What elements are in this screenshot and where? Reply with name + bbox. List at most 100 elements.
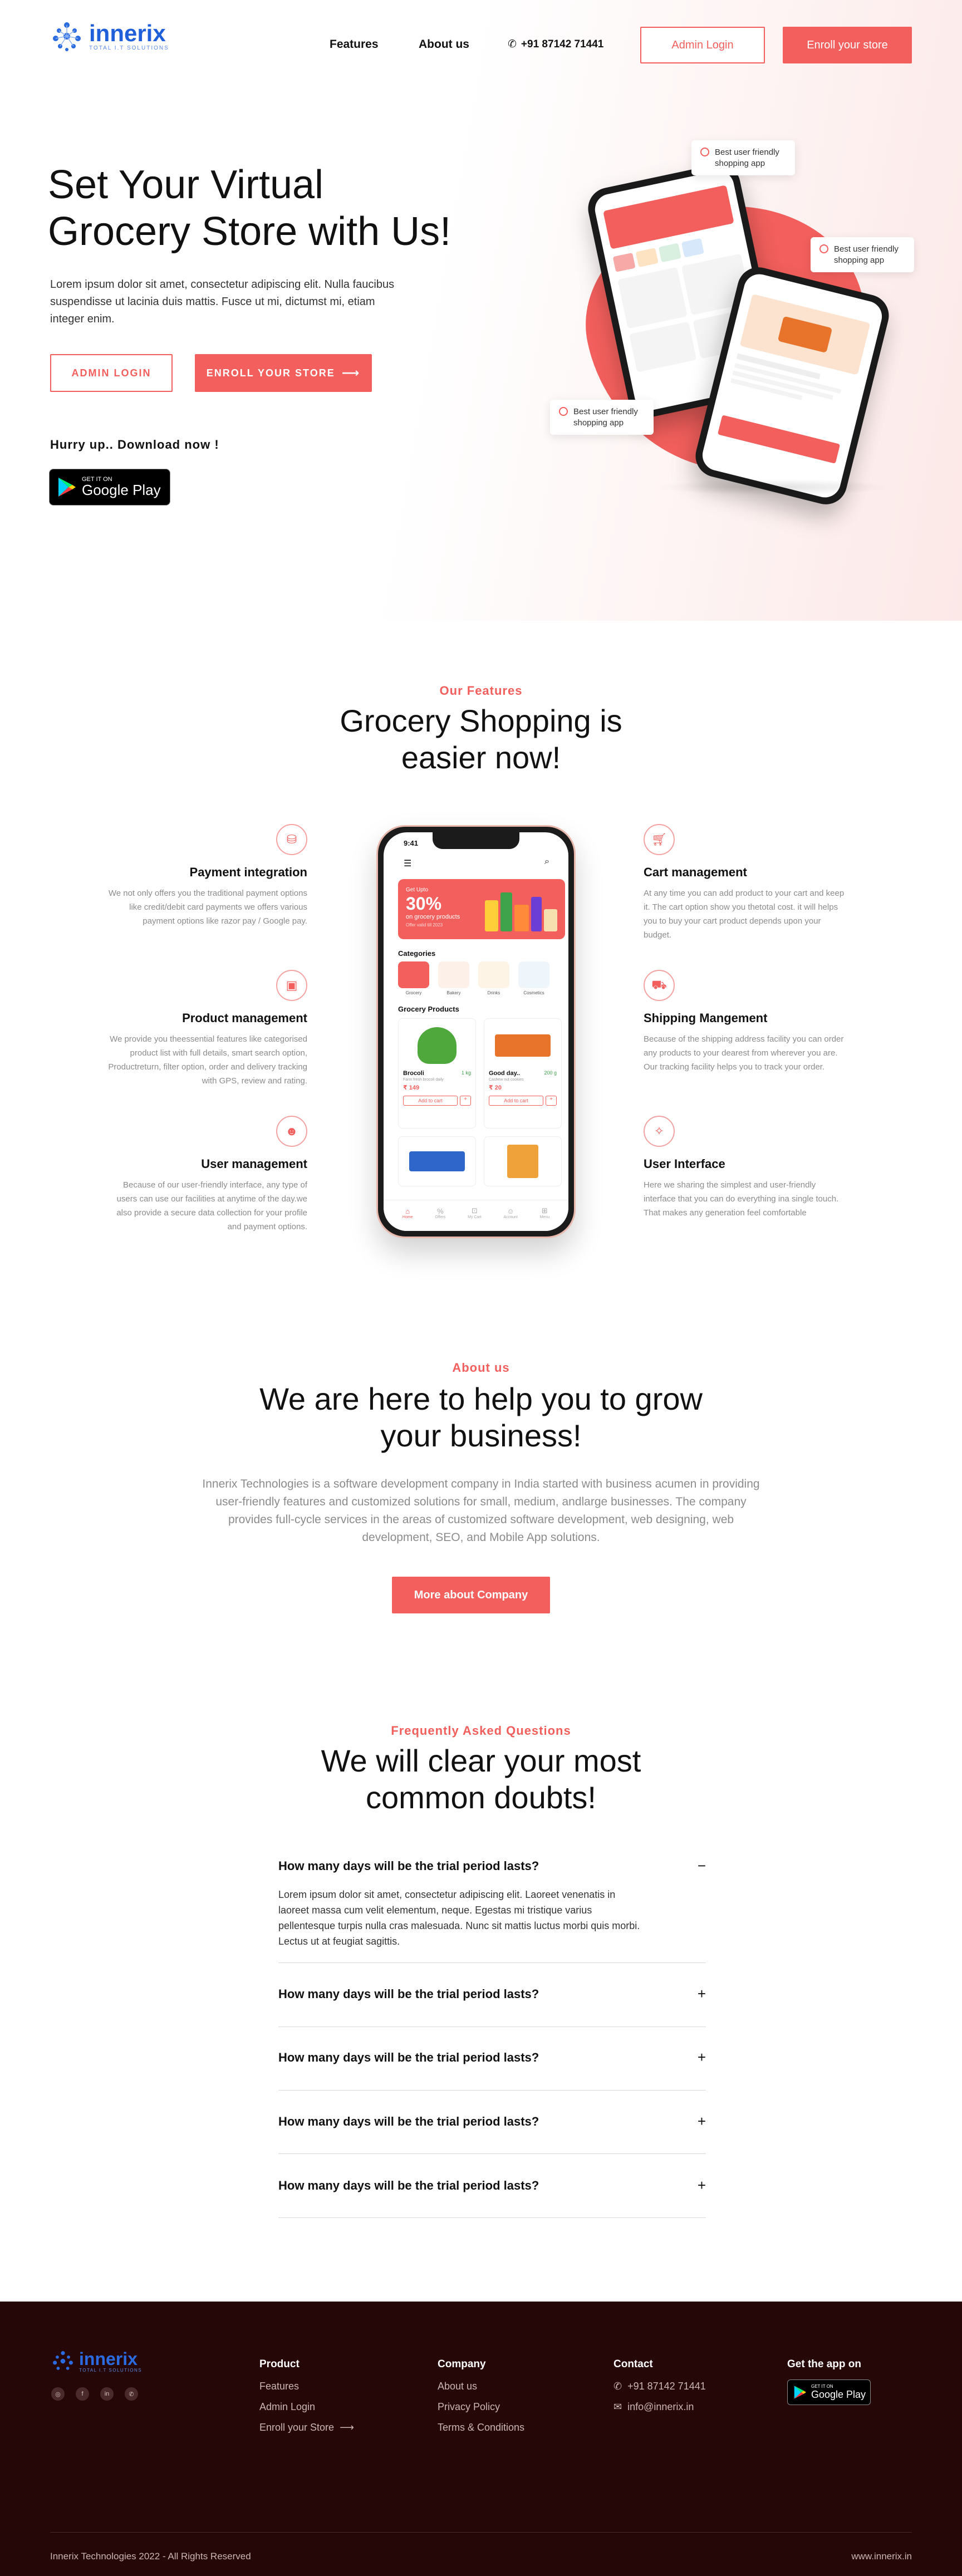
tab-label: Offers [435,1215,446,1219]
phones-shadow [657,479,891,495]
plus-icon[interactable]: + [460,1096,471,1106]
plus-icon[interactable]: + [698,1985,706,2003]
faq-item-open[interactable]: How many days will be the trial period l… [278,1857,706,1949]
banner-small: Get Upto [406,887,429,893]
download-label: Hurry up.. Download now ! [50,438,219,452]
nav-phone-number: +91 87142 71441 [521,38,604,50]
footer-website[interactable]: www.innerix.in [851,2551,912,2562]
banner-products-image [485,887,558,931]
instagram-icon[interactable]: ◎ [51,2387,65,2401]
about-title-line1: We are here to help you to grow [259,1381,703,1416]
brand-logo[interactable]: innerix TOTAL I.T SOLUTIONS [49,17,171,56]
tooltip-2: Best user friendly shopping app [811,237,914,272]
feature-user-management: ☻ User management Because of our user-fr… [107,1116,307,1234]
nav-features[interactable]: Features [330,38,379,51]
category-label: Drinks [487,990,500,995]
footer-link-privacy[interactable]: Privacy Policy [438,2401,524,2413]
footer-link-terms[interactable]: Terms & Conditions [438,2422,524,2433]
product-desc: Farm fresh brocoli daily [403,1078,444,1082]
tab-menu[interactable]: ⊞ Menu [540,1206,550,1219]
footer-link-features[interactable]: Features [259,2381,354,2392]
product-card[interactable]: Good day.. 200 g Cashew nut cookies ₹ 20 … [484,1018,562,1128]
faq-divider [278,2153,706,2154]
footer-email[interactable]: ✉ info@innerix.in [613,2401,706,2413]
category-item[interactable]: Drinks [478,961,509,995]
category-item[interactable]: Grocery [398,961,429,995]
footer-link-about[interactable]: About us [438,2381,524,2392]
feature-payment: ⛁ Payment integration We not only offers… [107,824,307,928]
faq-question: How many days will be the trial period l… [278,2114,539,2128]
plus-icon[interactable]: + [698,2049,706,2066]
category-item[interactable]: Bakery [438,961,469,995]
tab-offers[interactable]: % Offers [435,1207,445,1219]
footer-google-play-badge[interactable]: GET IT ON Google Play [787,2379,871,2405]
phone-time: 9:41 [404,839,419,847]
footer-logo[interactable]: innerix TOTAL I.T SOLUTIONS [50,2348,142,2374]
linkedin-icon[interactable]: in [100,2387,114,2401]
plus-icon[interactable]: + [546,1096,557,1106]
gp-big-text: Google Play [811,2388,866,2400]
feature-text: At any time you can add product to your … [644,889,845,940]
tooltip-2-text: Best user friendly shopping app [834,244,899,265]
add-to-cart-button[interactable]: Add to cart [403,1096,458,1106]
hero-title-line1: Set Your Virtual [48,163,324,207]
product-card[interactable] [484,1136,562,1186]
footer-product-title: Product [259,2358,300,2370]
footer-link-enroll[interactable]: Enroll your Store ⟶ [259,2422,354,2433]
feature-title: Product management [182,1011,307,1025]
tab-cart[interactable]: ⊡ My Cart [468,1206,482,1219]
hero-enroll-store-button[interactable]: ENROLL YOUR STORE ⟶ [195,354,372,392]
nav-phone[interactable]: ✆ +91 87142 71441 [508,38,603,51]
footer-company-title: Company [438,2358,486,2370]
faq-divider [278,1962,706,1963]
tab-label: Menu [539,1215,550,1219]
brand-tagline: TOTAL I.T SOLUTIONS [89,45,169,51]
feature-text: We provide you theessential features lik… [108,1034,307,1086]
grid-icon: ⊞ [541,1206,548,1215]
cart-icon: ⊡ [471,1206,478,1215]
footer-product-column: Product Features Admin Login Enroll your… [259,2358,354,2433]
feature-text: Because of the shipping address facility… [644,1034,844,1072]
tab-home[interactable]: ⌂ Home [403,1207,413,1219]
footer-divider [50,2532,912,2533]
enroll-store-button[interactable]: Enroll your store [783,27,912,63]
more-about-company-button[interactable]: More about Company [392,1577,550,1613]
add-to-cart-button[interactable]: Add to cart [489,1096,543,1106]
tooltip-3: Best user friendly shopping app [550,400,654,435]
features-eyebrow: Our Features [439,684,523,698]
product-qty: 1 kg [461,1070,471,1076]
faq-item[interactable]: How many days will be the trial period l… [278,2177,706,2194]
footer-brand-name: innerix [79,2348,138,2369]
account-icon: ☺ [507,1206,514,1215]
hero-admin-login-button[interactable]: ADMIN LOGIN [50,354,173,392]
google-play-icon [794,2386,806,2399]
faq-item[interactable]: How many days will be the trial period l… [278,2113,706,2130]
whatsapp-icon[interactable]: ✆ [125,2387,138,2401]
tab-account[interactable]: ☺ Account [503,1207,517,1219]
faq-item[interactable]: How many days will be the trial period l… [278,2049,706,2066]
footer-copyright: Innerix Technologies 2022 - All Rights R… [50,2551,251,2562]
category-item[interactable]: Cosmetics [518,961,549,995]
facebook-icon[interactable]: f [76,2387,89,2401]
banner-sub: Offer valid till 2023 [406,923,443,928]
minus-icon[interactable]: − [698,1857,706,1875]
phone-banner: Get Upto 30% on grocery products Offer v… [398,879,565,939]
plus-icon[interactable]: + [698,2177,706,2194]
admin-login-button[interactable]: Admin Login [640,27,765,63]
tab-label: Account [503,1215,518,1219]
nav-about[interactable]: About us [419,38,469,51]
footer-phone[interactable]: ✆ +91 87142 71441 [613,2381,706,2392]
faq-question: How many days will be the trial period l… [278,1858,539,1873]
plus-icon[interactable]: + [698,2113,706,2130]
faq-item[interactable]: How many days will be the trial period l… [278,1985,706,2003]
banner-line: on grocery products [406,914,460,920]
feature-text: Here we sharing the simplest and user-fr… [644,1180,839,1218]
footer-link-admin-login[interactable]: Admin Login [259,2401,354,2413]
product-card[interactable]: Brocoli 1 kg Farm fresh brocoli daily ₹ 1… [398,1018,476,1128]
badge-check-icon [819,244,828,253]
product-card[interactable] [398,1136,476,1186]
logo-molecule-icon [53,22,81,51]
product-price: ₹ 149 [403,1085,420,1091]
google-play-badge[interactable]: GET IT ON Google Play [49,469,170,506]
logo-molecule-icon [53,2351,73,2370]
